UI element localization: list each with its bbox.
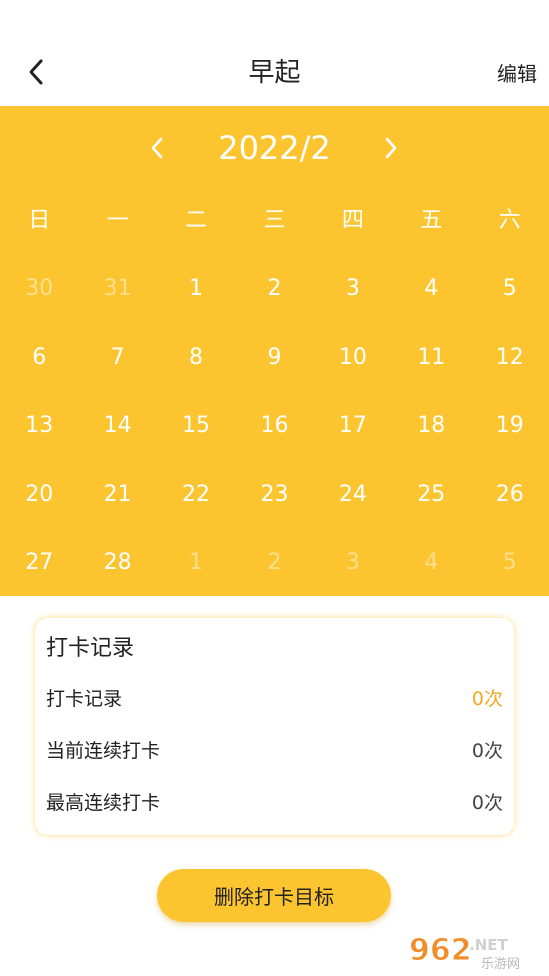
chevron-right-icon: [385, 137, 397, 159]
calendar-day[interactable]: 24: [314, 472, 392, 508]
calendar-day-outside-month[interactable]: 31: [78, 266, 156, 302]
edit-button[interactable]: 编辑: [497, 58, 537, 87]
weekday-label: 五: [420, 208, 443, 233]
calendar-day[interactable]: 2: [235, 266, 313, 302]
calendar-day-outside-month[interactable]: 4: [392, 540, 470, 576]
calendar-day[interactable]: 8: [157, 335, 235, 371]
week-row: 27 28 1 2 3 4 5: [0, 540, 549, 609]
back-button[interactable]: [18, 54, 54, 90]
next-month-button[interactable]: [376, 128, 406, 168]
stat-value: 0次: [471, 792, 503, 814]
calendar: 2022/2 日 一 二 三 四 五 六 30 31 1 2 3 4 5 6 7 8 9 10 11 12…: [0, 106, 549, 596]
calendar-day-outside-month[interactable]: 1: [157, 540, 235, 576]
calendar-day[interactable]: 10: [314, 335, 392, 371]
calendar-day[interactable]: 7: [78, 335, 156, 371]
top-bar: 早起 编辑: [0, 0, 549, 106]
calendar-day[interactable]: 20: [0, 472, 78, 508]
calendar-day-outside-month[interactable]: 2: [235, 540, 313, 576]
day-grid: 30 31 1 2 3 4 5 6 7 8 9 10 11 12 13 14 15 16 17 18 19 20 21 22 2…: [0, 266, 549, 609]
stat-value: 0次: [471, 740, 503, 762]
month-label: 2022/2: [218, 129, 331, 167]
week-row: 20 21 22 23 24 25 26: [0, 472, 549, 541]
stat-row-current-streak: 当前连续打卡 0次: [46, 736, 503, 764]
watermark-suffix: .NET: [469, 936, 508, 954]
weekday-label: 二: [185, 208, 208, 233]
calendar-day[interactable]: 25: [392, 472, 470, 508]
watermark-brand: 962: [409, 933, 472, 968]
calendar-day-outside-month[interactable]: 30: [0, 266, 78, 302]
calendar-day[interactable]: 6: [0, 335, 78, 371]
stat-label: 最高连续打卡: [46, 792, 161, 814]
calendar-day[interactable]: 5: [471, 266, 549, 302]
stats-title: 打卡记录: [46, 636, 135, 661]
calendar-day[interactable]: 28: [78, 540, 156, 576]
calendar-day[interactable]: 12: [471, 335, 549, 371]
calendar-day[interactable]: 9: [235, 335, 313, 371]
calendar-day[interactable]: 18: [392, 403, 470, 439]
chevron-left-icon: [29, 59, 43, 85]
calendar-day[interactable]: 4: [392, 266, 470, 302]
weekday-label: 四: [341, 208, 364, 233]
calendar-day[interactable]: 11: [392, 335, 470, 371]
calendar-day[interactable]: 21: [78, 472, 156, 508]
calendar-day[interactable]: 17: [314, 403, 392, 439]
weekday-label: 三: [263, 208, 286, 233]
stat-row-checkins: 打卡记录 0次: [46, 684, 503, 712]
calendar-day[interactable]: 27: [0, 540, 78, 576]
weekday-label: 一: [106, 208, 129, 233]
calendar-day[interactable]: 15: [157, 403, 235, 439]
calendar-day[interactable]: 16: [235, 403, 313, 439]
calendar-day[interactable]: 23: [235, 472, 313, 508]
calendar-day[interactable]: 19: [471, 403, 549, 439]
checkin-stats-card: 打卡记录 打卡记录 0次 当前连续打卡 0次 最高连续打卡 0次: [34, 617, 515, 836]
calendar-day[interactable]: 22: [157, 472, 235, 508]
week-row: 6 7 8 9 10 11 12: [0, 335, 549, 404]
calendar-day-outside-month[interactable]: 5: [471, 540, 549, 576]
stat-label: 当前连续打卡: [46, 740, 161, 762]
week-row: 13 14 15 16 17 18 19: [0, 403, 549, 472]
weekday-header: 日 一 二 三 四 五 六: [0, 202, 549, 234]
calendar-day[interactable]: 1: [157, 266, 235, 302]
calendar-day-outside-month[interactable]: 3: [314, 540, 392, 576]
site-watermark-logo: 962 .NET 乐游网: [409, 933, 521, 973]
week-row: 30 31 1 2 3 4 5: [0, 266, 549, 335]
calendar-day[interactable]: 14: [78, 403, 156, 439]
stat-value: 0次: [471, 688, 503, 710]
stat-row-best-streak: 最高连续打卡 0次: [46, 788, 503, 816]
calendar-day[interactable]: 3: [314, 266, 392, 302]
calendar-day[interactable]: 26: [471, 472, 549, 508]
delete-goal-button[interactable]: 删除打卡目标: [157, 869, 391, 922]
weekday-label: 六: [498, 208, 521, 233]
stat-label: 打卡记录: [46, 688, 123, 710]
weekday-label: 日: [28, 208, 51, 233]
calendar-day[interactable]: 13: [0, 403, 78, 439]
page-title: 早起: [248, 58, 301, 88]
month-navigation: 2022/2: [0, 126, 549, 170]
watermark-tagline: 乐游网: [481, 957, 520, 972]
